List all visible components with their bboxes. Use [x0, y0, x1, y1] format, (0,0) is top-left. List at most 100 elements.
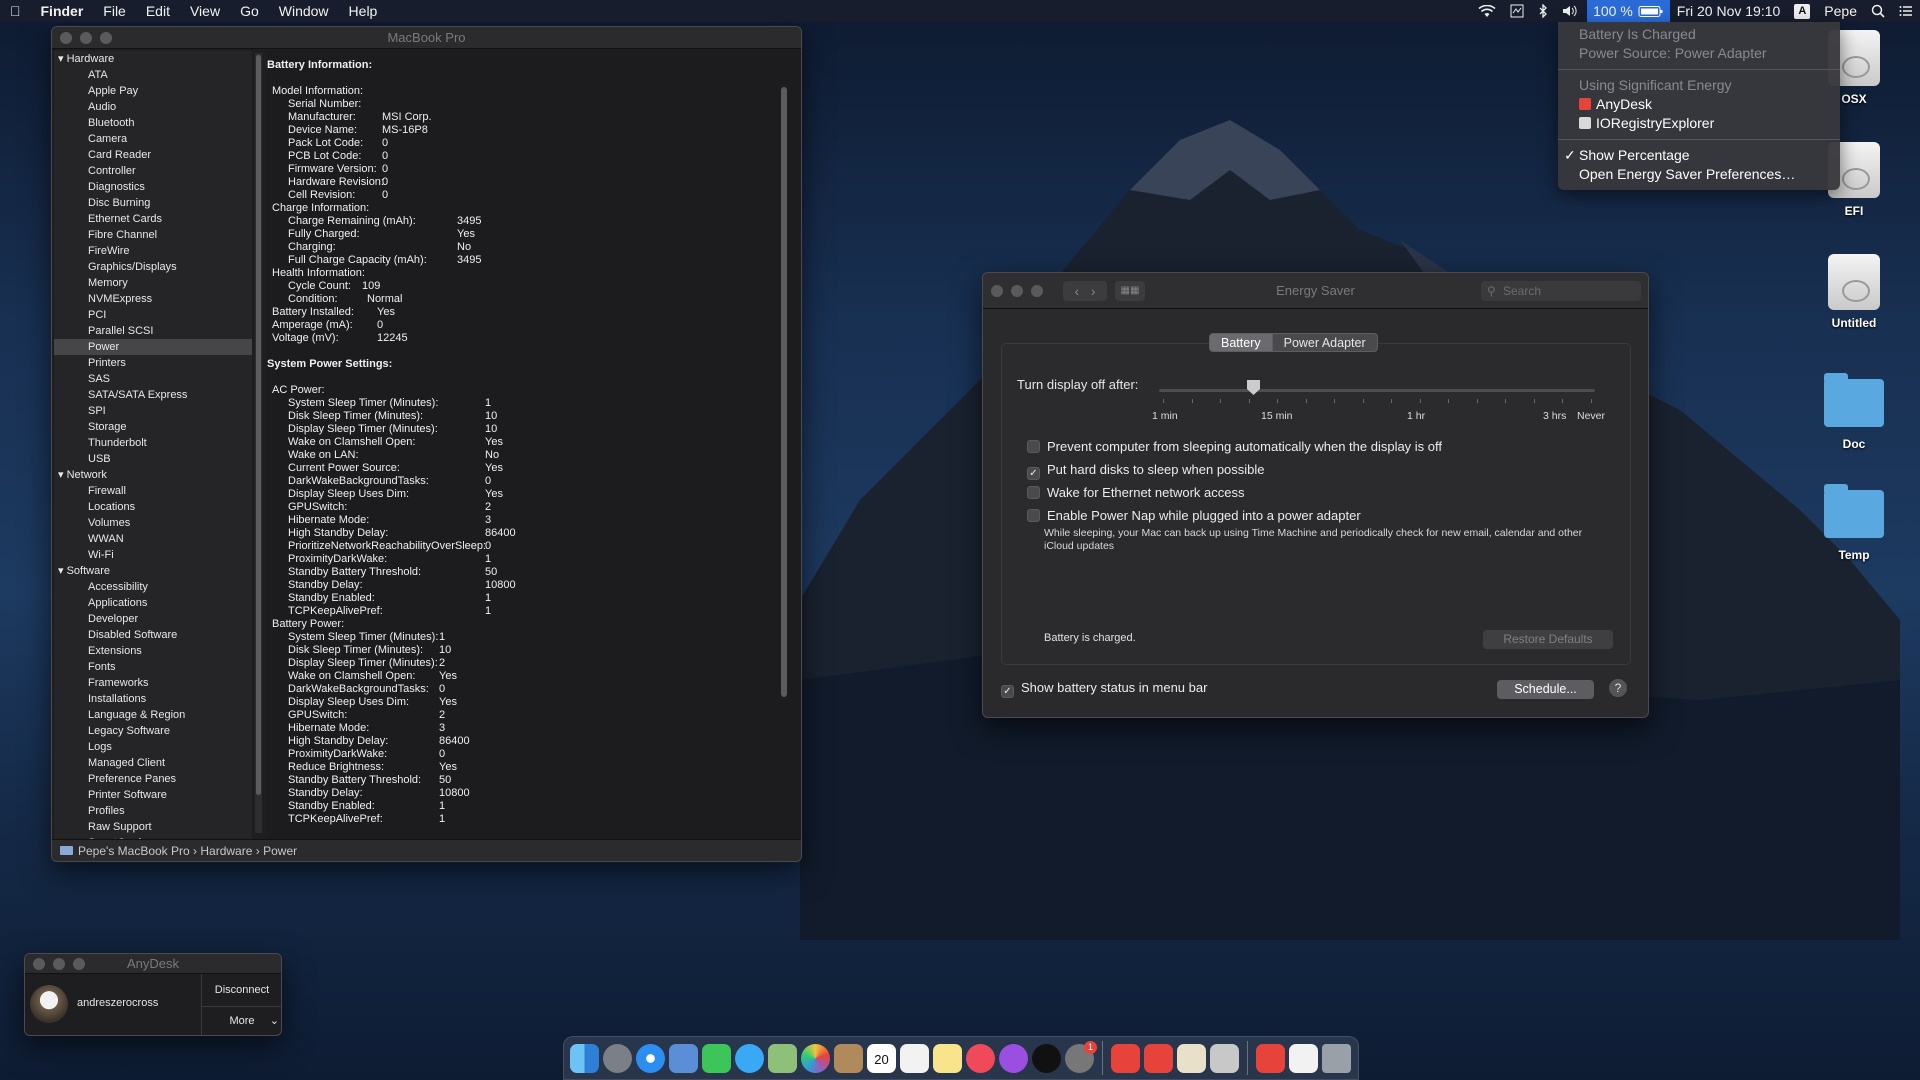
- zoom-button[interactable]: [1031, 285, 1043, 297]
- back-chevron-icon[interactable]: ‹: [1074, 283, 1079, 299]
- volume-icon[interactable]: [1555, 0, 1587, 22]
- maps-icon[interactable]: [768, 1043, 797, 1073]
- anydesk-icon[interactable]: [1256, 1043, 1285, 1073]
- show-all-grid-icon[interactable]: ▦▦: [1115, 281, 1145, 301]
- disconnect-button[interactable]: Disconnect: [201, 976, 281, 1005]
- disclosure-triangle-icon[interactable]: ▾: [58, 565, 67, 577]
- sidebar-item[interactable]: Controller: [54, 163, 252, 179]
- sidebar-item[interactable]: Logs: [54, 739, 252, 755]
- sidebar-item[interactable]: Memory: [54, 275, 252, 291]
- sidebar-item[interactable]: Ethernet Cards: [54, 211, 252, 227]
- safari-icon[interactable]: [636, 1043, 665, 1073]
- menu-window[interactable]: Window: [269, 0, 339, 22]
- menu-item-ioregistryexplorer[interactable]: IORegistryExplorer: [1558, 114, 1840, 133]
- menu-app-finder[interactable]: Finder: [31, 0, 94, 22]
- restore-defaults-button[interactable]: Restore Defaults: [1483, 630, 1613, 649]
- sidebar-item[interactable]: Audio: [54, 99, 252, 115]
- sidebar-item[interactable]: Firewall: [54, 483, 252, 499]
- ioregistryexplorer-icon[interactable]: [1210, 1043, 1239, 1073]
- sidebar-item[interactable]: Printers: [54, 355, 252, 371]
- apple-tv-icon[interactable]: [1032, 1043, 1061, 1073]
- menu-file[interactable]: File: [93, 0, 136, 22]
- window-titlebar[interactable]: ‹ › ▦▦ Energy Saver ⚲ Search: [983, 273, 1648, 309]
- sidebar-item[interactable]: Printer Software: [54, 787, 252, 803]
- sidebar-item[interactable]: Thunderbolt: [54, 435, 252, 451]
- bluetooth-icon[interactable]: [1531, 0, 1555, 22]
- desktop-drive-untitled[interactable]: Untitled: [1814, 254, 1894, 330]
- sidebar-scrollbar[interactable]: [255, 53, 262, 833]
- calendar-icon[interactable]: 20: [867, 1043, 896, 1073]
- minimize-button[interactable]: [80, 32, 92, 44]
- sidebar-category[interactable]: ▾ Software: [54, 563, 252, 579]
- sidebar-item[interactable]: Fibre Channel: [54, 227, 252, 243]
- contacts-icon[interactable]: [834, 1043, 863, 1073]
- window-titlebar[interactable]: AnyDesk: [25, 954, 281, 974]
- sidebar-item[interactable]: Language & Region: [54, 707, 252, 723]
- sidebar-item[interactable]: Volumes: [54, 515, 252, 531]
- sidebar-item[interactable]: Raw Support: [54, 819, 252, 835]
- sidebar-item[interactable]: Installations: [54, 691, 252, 707]
- podcasts-icon[interactable]: [999, 1043, 1028, 1073]
- wake-ethernet-checkbox[interactable]: Wake for Ethernet network access: [1027, 485, 1245, 500]
- sidebar-item[interactable]: SATA/SATA Express: [54, 387, 252, 403]
- wifi-icon[interactable]: [1471, 0, 1503, 22]
- path-item-hardware[interactable]: Hardware: [200, 844, 252, 858]
- tab-battery[interactable]: Battery: [1209, 333, 1273, 352]
- spotlight-search-icon[interactable]: [1864, 0, 1892, 22]
- detail-scrollbar[interactable]: [780, 61, 788, 836]
- sidebar-item[interactable]: Extensions: [54, 643, 252, 659]
- menu-item-show-percentage[interactable]: ✓ Show Percentage: [1558, 146, 1840, 165]
- disclosure-triangle-icon[interactable]: ▾: [58, 53, 67, 65]
- sidebar-item[interactable]: Managed Client: [54, 755, 252, 771]
- sidebar-item[interactable]: Frameworks: [54, 675, 252, 691]
- finder-icon[interactable]: [570, 1043, 599, 1073]
- sidebar-item[interactable]: Developer: [54, 611, 252, 627]
- sidebar-item[interactable]: NVMExpress: [54, 291, 252, 307]
- sidebar-category[interactable]: ▾ Network: [54, 467, 252, 483]
- menu-view[interactable]: View: [180, 0, 230, 22]
- search-input[interactable]: ⚲ Search: [1481, 281, 1641, 301]
- desktop-folder-temp[interactable]: Temp: [1814, 484, 1894, 562]
- sidebar-item[interactable]: Profiles: [54, 803, 252, 819]
- mail-icon[interactable]: [669, 1043, 698, 1073]
- sidebar-item[interactable]: Disabled Software: [54, 627, 252, 643]
- music-icon[interactable]: [966, 1043, 995, 1073]
- close-button[interactable]: [60, 32, 72, 44]
- sidebar-item[interactable]: ATA: [54, 67, 252, 83]
- menu-help[interactable]: Help: [339, 0, 388, 22]
- forward-chevron-icon[interactable]: ›: [1091, 283, 1096, 299]
- sidebar-item[interactable]: Applications: [54, 595, 252, 611]
- zoom-button[interactable]: [100, 32, 112, 44]
- sidebar-item[interactable]: Power: [54, 339, 252, 355]
- launchpad-icon[interactable]: [603, 1043, 632, 1073]
- more-button[interactable]: More ⌄: [201, 1006, 281, 1035]
- sidebar-item[interactable]: Wi-Fi: [54, 547, 252, 563]
- sidebar-category[interactable]: ▾ Hardware: [54, 51, 252, 67]
- sidebar-item[interactable]: Diagnostics: [54, 179, 252, 195]
- user-menu[interactable]: Pepe: [1817, 0, 1864, 22]
- reminders-icon[interactable]: [900, 1043, 929, 1073]
- trash-icon[interactable]: [1322, 1043, 1351, 1073]
- detail-scroll-thumb[interactable]: [781, 87, 787, 697]
- sidebar-item[interactable]: Graphics/Displays: [54, 259, 252, 275]
- sidebar-item[interactable]: FireWire: [54, 243, 252, 259]
- utility-app-icon[interactable]: [1177, 1043, 1206, 1073]
- display-off-slider[interactable]: [1159, 389, 1595, 392]
- facetime-icon[interactable]: [702, 1043, 731, 1073]
- sidebar-item[interactable]: Camera: [54, 131, 252, 147]
- minimize-button[interactable]: [53, 958, 65, 970]
- window-titlebar[interactable]: MacBook Pro: [52, 27, 801, 49]
- sidebar-item[interactable]: Storage: [54, 419, 252, 435]
- close-button[interactable]: [33, 958, 45, 970]
- desktop-folder-doc[interactable]: Doc: [1814, 373, 1894, 451]
- messages-icon[interactable]: [735, 1043, 764, 1073]
- battery-status-menu[interactable]: 100 %: [1587, 0, 1670, 22]
- sidebar-item[interactable]: Bluetooth: [54, 115, 252, 131]
- sidebar-item[interactable]: Disc Burning: [54, 195, 252, 211]
- sidebar-item[interactable]: WWAN: [54, 531, 252, 547]
- input-source-menu[interactable]: A: [1787, 0, 1817, 22]
- menu-item-anydesk[interactable]: AnyDesk: [1558, 95, 1840, 114]
- minimize-button[interactable]: [1011, 285, 1023, 297]
- menu-edit[interactable]: Edit: [136, 0, 180, 22]
- disclosure-triangle-icon[interactable]: ▾: [58, 469, 67, 481]
